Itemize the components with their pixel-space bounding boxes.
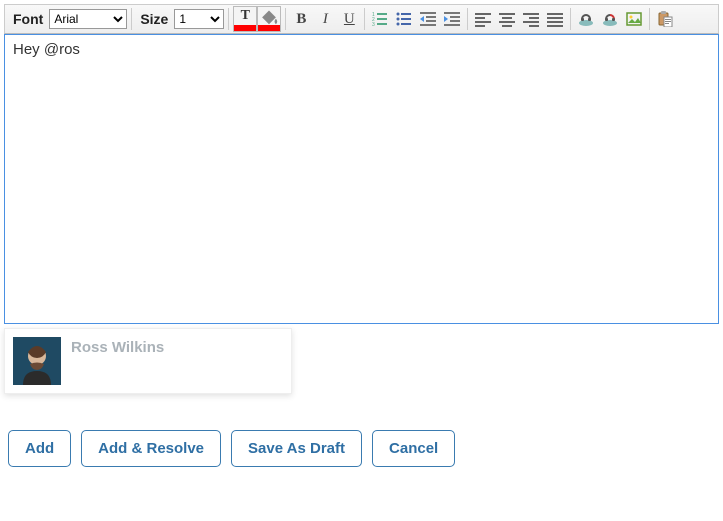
text-color-icon: T xyxy=(241,8,250,24)
bg-color-button[interactable] xyxy=(257,6,281,32)
toolbar-separator xyxy=(649,8,650,30)
text-color-swatch xyxy=(234,25,256,31)
bold-button[interactable]: B xyxy=(290,8,312,30)
add-resolve-button[interactable]: Add & Resolve xyxy=(81,430,221,467)
toolbar-separator xyxy=(467,8,468,30)
align-center-button[interactable] xyxy=(496,8,518,30)
outdent-button[interactable] xyxy=(417,8,439,30)
indent-icon xyxy=(444,11,460,27)
editor-textarea[interactable]: Hey @ros xyxy=(4,34,719,324)
paste-button[interactable] xyxy=(654,8,676,30)
mention-suggestion-popup: Ross Wilkins xyxy=(4,328,292,394)
size-select[interactable]: 1 xyxy=(174,9,224,29)
text-color-button[interactable]: T xyxy=(233,6,257,32)
size-label: Size xyxy=(136,11,172,27)
toolbar-separator xyxy=(131,8,132,30)
mention-suggestion-name: Ross Wilkins xyxy=(71,339,164,356)
toolbar-separator xyxy=(364,8,365,30)
cancel-button[interactable]: Cancel xyxy=(372,430,455,467)
ordered-list-icon: 1 2 3 xyxy=(372,11,388,27)
align-right-button[interactable] xyxy=(520,8,542,30)
svg-text:3: 3 xyxy=(372,22,375,27)
avatar xyxy=(13,337,61,385)
add-button[interactable]: Add xyxy=(8,430,71,467)
action-bar: Add Add & Resolve Save As Draft Cancel xyxy=(4,430,719,473)
ordered-list-button[interactable]: 1 2 3 xyxy=(369,8,391,30)
mention-suggestion-item[interactable]: Ross Wilkins xyxy=(13,337,283,385)
underline-icon: U xyxy=(344,11,355,28)
align-right-icon xyxy=(523,11,539,27)
align-center-icon xyxy=(499,11,515,27)
image-button[interactable] xyxy=(623,8,645,30)
align-justify-icon xyxy=(547,11,563,27)
font-select[interactable]: Arial xyxy=(49,9,127,29)
italic-icon: I xyxy=(323,11,328,28)
editor-toolbar: Font Arial Size 1 T B I U 1 2 3 xyxy=(4,4,719,34)
toolbar-separator xyxy=(228,8,229,30)
link-button[interactable] xyxy=(575,8,597,30)
align-justify-button[interactable] xyxy=(544,8,566,30)
underline-button[interactable]: U xyxy=(338,8,360,30)
unordered-list-button[interactable] xyxy=(393,8,415,30)
unlink-icon xyxy=(602,11,618,27)
bold-icon: B xyxy=(296,11,306,28)
toolbar-separator xyxy=(570,8,571,30)
outdent-icon xyxy=(420,11,436,27)
fill-icon xyxy=(258,5,280,27)
image-icon xyxy=(626,11,642,27)
indent-button[interactable] xyxy=(441,8,463,30)
link-icon xyxy=(578,11,594,27)
italic-button[interactable]: I xyxy=(314,8,336,30)
font-label: Font xyxy=(9,11,47,27)
bg-color-swatch xyxy=(258,25,280,31)
align-left-icon xyxy=(475,11,491,27)
toolbar-separator xyxy=(285,8,286,30)
align-left-button[interactable] xyxy=(472,8,494,30)
unlink-button[interactable] xyxy=(599,8,621,30)
unordered-list-icon xyxy=(396,11,412,27)
paste-icon xyxy=(657,11,673,27)
save-draft-button[interactable]: Save As Draft xyxy=(231,430,362,467)
